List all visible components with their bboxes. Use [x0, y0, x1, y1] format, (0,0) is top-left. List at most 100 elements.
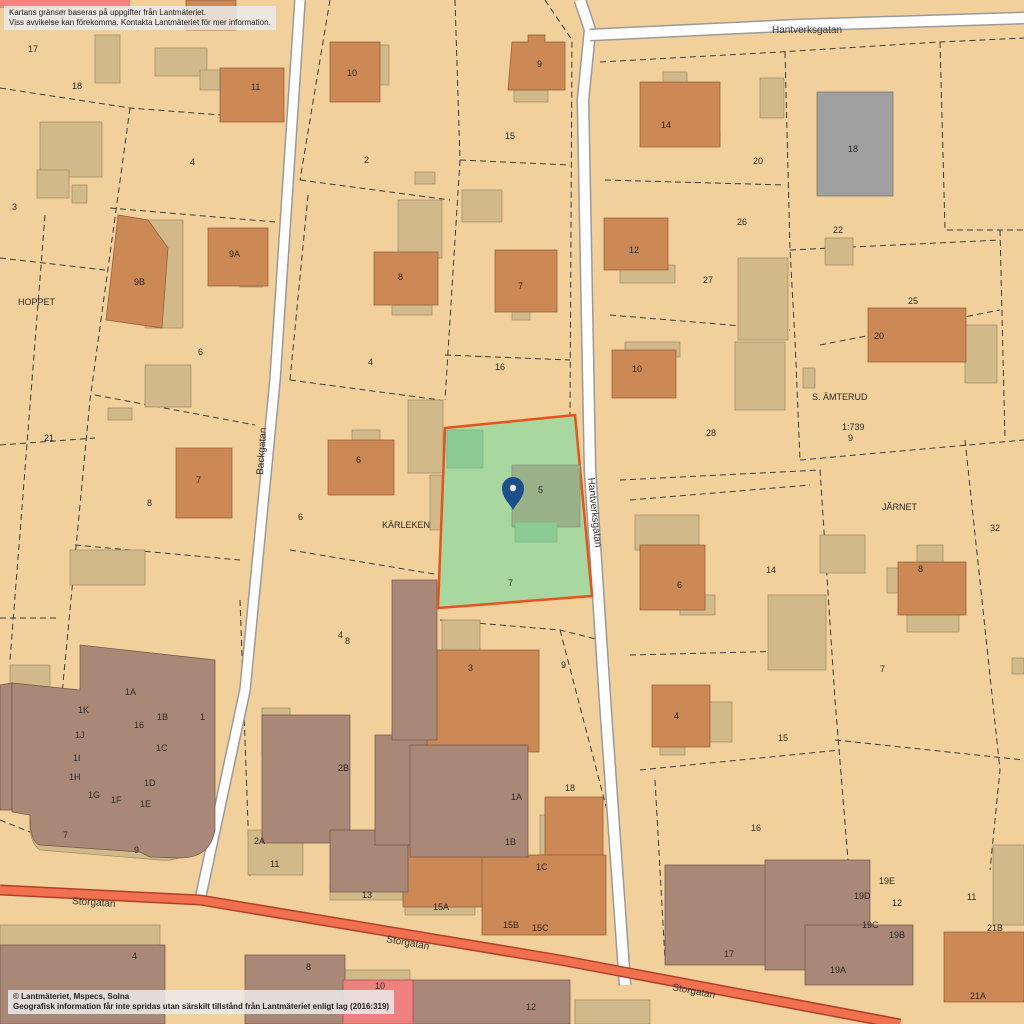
property-map[interactable]: 5 7 Hantverksgatan Hantverksgatan Backga…	[0, 0, 1024, 1024]
parcel-label: 17	[28, 44, 38, 54]
parcel-label: 9B	[134, 277, 145, 287]
street-label-hantverksgatan-top: Hantverksgatan	[772, 25, 842, 36]
parcel-label: 12	[629, 245, 639, 255]
parcel-label: 26	[737, 217, 747, 227]
parcel-label: 1G	[88, 790, 100, 800]
parcel-label: 22	[833, 225, 843, 235]
parcel-label: 9	[134, 845, 139, 855]
parcel-label: 4	[132, 951, 137, 961]
parcel-label: 16	[495, 362, 505, 372]
parcel-label: 17	[724, 949, 734, 959]
parcel-label: 12	[526, 1002, 536, 1012]
parcel-label: 21A	[970, 991, 986, 1001]
parcel-label: 27	[703, 275, 713, 285]
parcel-label: 8	[918, 564, 923, 574]
parcel-label: 1K	[78, 705, 89, 715]
parcel-label: 4	[368, 357, 373, 367]
parcel-label: 7	[63, 830, 68, 840]
parcel-label: 1J	[75, 730, 85, 740]
parcel-label: 7	[518, 281, 523, 291]
parcel-label: 1B	[505, 837, 516, 847]
parcel-label: 14	[766, 565, 776, 575]
parcel-label: 19C	[862, 920, 879, 930]
parcel-label: 7	[880, 664, 885, 674]
parcel-label: 1D	[144, 778, 156, 788]
parcel-label: 16	[751, 823, 761, 833]
parcel-label: 3	[468, 663, 473, 673]
selected-annex	[514, 521, 558, 543]
district-label-hoppet: HOPPET	[18, 297, 56, 307]
parcel-label: 15C	[532, 923, 549, 933]
disclaimer-line-1: Kartans gränser baseras på uppgifter frå…	[9, 8, 206, 17]
scale-code-label: 1:739	[842, 422, 865, 432]
parcel-label: 9	[537, 59, 542, 69]
parcel-label: 19B	[889, 930, 905, 940]
parcel-label: 1H	[69, 772, 81, 782]
parcel-label: 13	[362, 890, 372, 900]
parcel-label: 25	[908, 296, 918, 306]
parcel-label: 1	[200, 712, 205, 722]
parcel-label: 9	[561, 660, 566, 670]
disclaimer-line-2: Viss avvikelse kan förekomma. Kontakta L…	[9, 18, 271, 27]
parcel-label: 1A	[511, 792, 522, 802]
selected-outbuilding	[446, 429, 484, 469]
parcel-label: 28	[706, 428, 716, 438]
parcel-label: 1C	[156, 743, 168, 753]
parcel-label: 8	[306, 962, 311, 972]
copyright-line-1: © Lantmäteriet, Mspecs, Solna	[13, 992, 130, 1001]
parcel-label: 1A	[125, 687, 136, 697]
copyright-line-2: Geografisk information får inte spridas …	[13, 1002, 390, 1011]
parcel-label: 14	[661, 120, 671, 130]
selected-building-label: 5	[538, 485, 543, 495]
parcel-label: 4	[674, 711, 679, 721]
parcel-label: 8	[398, 272, 403, 282]
parcel-label: 1I	[73, 753, 81, 763]
parcel-label: 1E	[140, 799, 151, 809]
map-disclaimer: Kartans gränser baseras på uppgifter frå…	[4, 6, 276, 30]
parcel-label: 11	[270, 859, 279, 869]
parcel-label: 2	[364, 155, 369, 165]
parcel-label: 11	[967, 892, 976, 902]
parcel-label: 15	[778, 733, 788, 743]
parcel-label: 4	[338, 630, 343, 640]
selected-parcel-label: 7	[508, 578, 513, 588]
district-label-karleken: KÄRLEKEN	[382, 520, 430, 530]
parcel-label: 32	[990, 523, 1000, 533]
parcel-label: 20	[874, 331, 884, 341]
parcel-label: 10	[347, 68, 357, 78]
parcel-label: 1C	[536, 862, 548, 872]
parcel-label: 15A	[433, 902, 449, 912]
parcel-label: 21B	[987, 923, 1003, 933]
parcel-label: 4	[190, 157, 195, 167]
parcel-label: 16	[134, 720, 144, 730]
parcel-label: 6	[298, 512, 303, 522]
parcel-label: 8	[345, 636, 350, 646]
parcel-label: 18	[565, 783, 575, 793]
parcel-label: 8	[147, 498, 152, 508]
parcel-label: 7	[196, 475, 201, 485]
parcel-label: 6	[677, 580, 682, 590]
scale-num-label: 9	[848, 433, 853, 443]
parcel-label: 9A	[229, 249, 240, 259]
parcel-label: 20	[753, 156, 763, 166]
parcel-label: 11	[251, 82, 260, 92]
selected-parcel[interactable]: 5 7	[436, 413, 594, 610]
parcel-label: 1B	[157, 712, 168, 722]
parcel-label: 6	[356, 455, 361, 465]
parcel-label: 18	[72, 81, 82, 91]
parcel-label: 3	[12, 202, 17, 212]
parcel-label: 19A	[830, 965, 846, 975]
parcel-label: 21	[44, 433, 54, 443]
parcel-label: 15	[505, 131, 515, 141]
district-label-jarnet: JÄRNET	[882, 502, 918, 512]
parcel-label: 18	[848, 144, 858, 154]
parcel-label: 10	[632, 364, 642, 374]
parcel-label: 6	[198, 347, 203, 357]
parcel-label: 1F	[111, 795, 122, 805]
parcel-label: 12	[892, 898, 902, 908]
parcel-label: 19D	[854, 891, 871, 901]
district-label-samterud: S. ÄMTERUD	[812, 392, 868, 402]
parcel-label: 15B	[503, 920, 519, 930]
parcel-label: 2B	[338, 763, 349, 773]
parcel-label: 2A	[254, 836, 265, 846]
